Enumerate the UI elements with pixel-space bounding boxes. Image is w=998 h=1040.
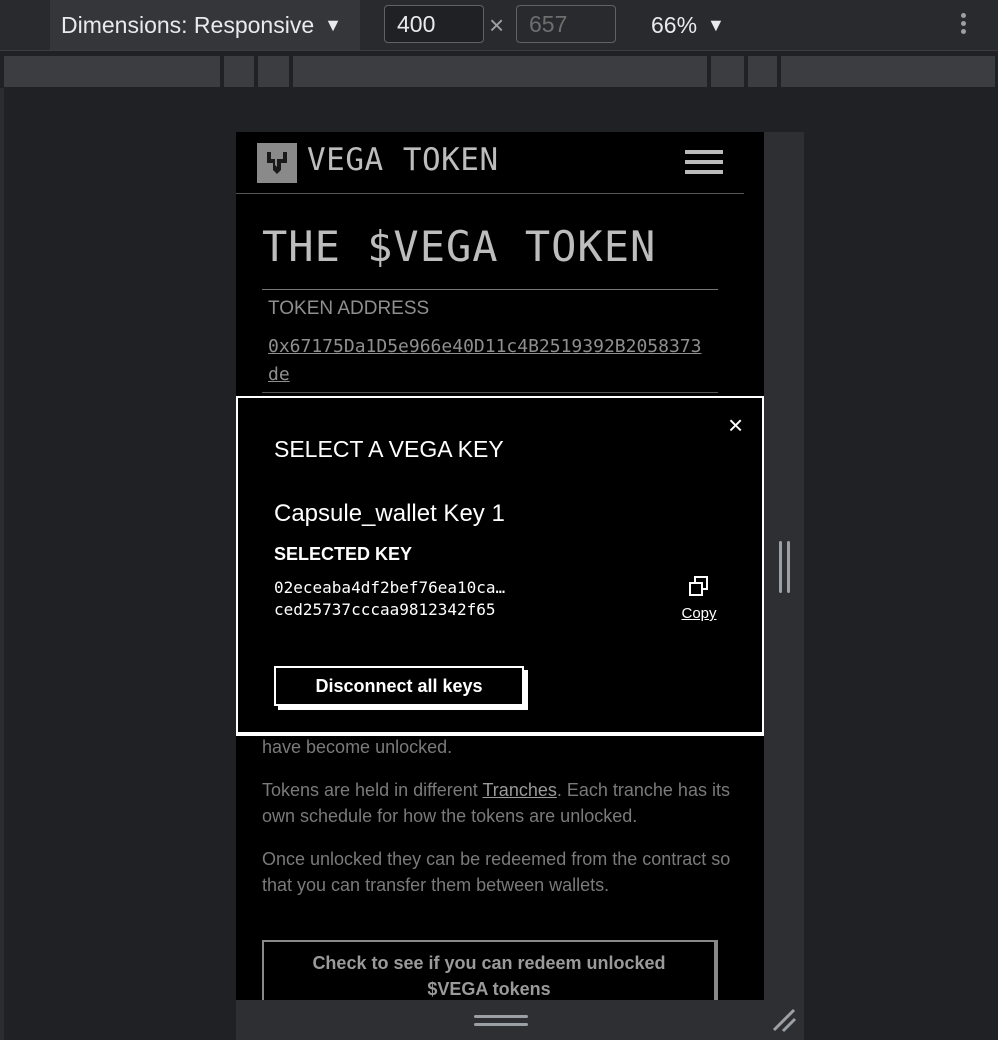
- copy-icon: [689, 576, 708, 596]
- token-address-link[interactable]: 0x67175Da1D5e966e40D11c4B2519392B2058373…: [268, 333, 708, 389]
- media-query-segment[interactable]: [224, 56, 254, 87]
- media-query-segment[interactable]: [781, 56, 995, 87]
- key-name: Capsule_wallet Key 1: [274, 500, 505, 527]
- chevron-down-icon: ▼: [324, 14, 342, 35]
- token-address-label: TOKEN ADDRESS: [268, 298, 430, 319]
- divider: [262, 392, 718, 393]
- paragraph-unlocked: have become unlocked.: [262, 737, 453, 757]
- tranches-link[interactable]: Tranches: [482, 780, 556, 800]
- width-input[interactable]: 400: [384, 5, 484, 43]
- close-icon[interactable]: ×: [728, 410, 743, 441]
- devtools-toolbar: Dimensions: Responsive ▼ 400 × 657 66% ▼: [0, 0, 998, 51]
- page-title: THE $VEGA TOKEN: [262, 222, 657, 271]
- selected-key-label: SELECTED KEY: [274, 544, 413, 564]
- modal-title: SELECT A VEGA KEY: [274, 436, 504, 462]
- select-key-modal: × SELECT A VEGA KEY Capsule_wallet Key 1…: [236, 396, 764, 736]
- viewport-frame: [0, 88, 4, 1040]
- height-input[interactable]: 657: [516, 5, 616, 43]
- vega-logo-icon[interactable]: [257, 143, 297, 183]
- check-redeem-button[interactable]: Check to see if you can redeem unlocked …: [262, 940, 718, 1000]
- resize-handle-bottom[interactable]: [474, 1013, 528, 1029]
- paragraph-redeem-info: Once unlocked they can be redeemed from …: [262, 849, 731, 895]
- more-options-icon[interactable]: [951, 10, 975, 40]
- disconnect-all-keys-button[interactable]: Disconnect all keys: [274, 666, 524, 706]
- selected-key-line-2: ced25737cccaa9812342f65: [274, 600, 496, 619]
- divider: [262, 289, 718, 290]
- media-query-segment[interactable]: [748, 56, 777, 87]
- zoom-dropdown[interactable]: 66% ▼: [651, 0, 725, 50]
- selected-key-line-1: 02eceaba4df2bef76ea10ca…: [274, 578, 506, 597]
- media-query-segment[interactable]: [4, 56, 220, 87]
- copy-button[interactable]: Copy: [676, 576, 722, 622]
- paragraph-tranches: Tokens are held in different Tranches. E…: [262, 780, 730, 826]
- redeem-button-line-1: Check to see if you can redeem unlocked: [312, 953, 666, 973]
- media-query-segment[interactable]: [258, 56, 289, 87]
- dimensions-label: Dimensions: Responsive: [61, 11, 315, 38]
- chevron-down-icon: ▼: [707, 14, 725, 35]
- copy-label: Copy: [681, 605, 717, 622]
- site-header: VEGA TOKEN: [236, 132, 744, 194]
- media-query-segment[interactable]: [711, 56, 744, 87]
- media-query-bar: [0, 51, 998, 88]
- media-query-segment[interactable]: [293, 56, 707, 87]
- resize-corner-icon[interactable]: [770, 1006, 798, 1034]
- redeem-button-line-2: $VEGA tokens: [427, 979, 551, 999]
- dimensions-dropdown[interactable]: Dimensions: Responsive ▼: [50, 0, 360, 50]
- times-icon: ×: [489, 10, 505, 40]
- menu-icon[interactable]: [685, 150, 723, 176]
- site-name[interactable]: VEGA TOKEN: [307, 142, 499, 178]
- zoom-label: 66%: [651, 11, 698, 38]
- resize-handle-right[interactable]: [778, 541, 792, 593]
